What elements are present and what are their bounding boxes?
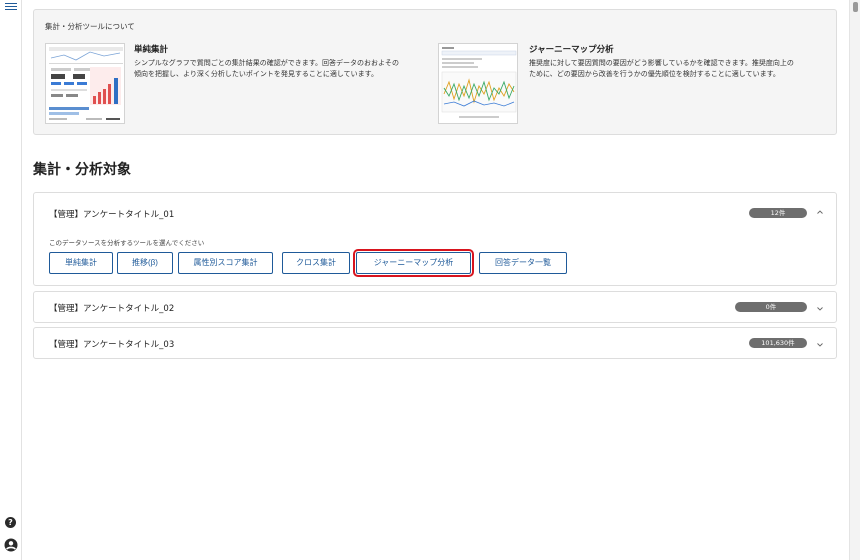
hamburger-icon[interactable] [5, 1, 17, 13]
simple-tabulation-thumbnail [45, 43, 125, 124]
tool-button-attribute-score[interactable]: 属性別スコア集計 [178, 252, 273, 274]
tool-desc-simple-line-2: 傾向を把握し、より深く分析したいポイントを発見することに適しています。 [134, 70, 378, 78]
response-count-badge: 0件 [735, 302, 807, 312]
survey-title[interactable]: 【管理】アンケートタイトル_01 [49, 208, 174, 220]
chevron-down-icon[interactable] [816, 341, 824, 349]
about-tools-panel: 集計・分析ツールについて 単純集計 シンプルなグラフで質問ごとの集計結果の確認が… [33, 9, 837, 135]
tool-button-cross[interactable]: クロス集計 [282, 252, 350, 274]
tool-title-simple: 単純集計 [134, 45, 169, 55]
tool-button-journey-map[interactable]: ジャーニーマップ分析 [353, 249, 474, 277]
survey-card-1: 【管理】アンケートタイトル_01 12件 このデータソースを分析するツールを選ん… [33, 192, 837, 286]
tool-button-simple[interactable]: 単純集計 [49, 252, 113, 274]
chevron-down-icon[interactable] [816, 305, 824, 313]
survey-card-2[interactable]: 【管理】アンケートタイトル_02 0件 [33, 291, 837, 323]
left-rail: ? [0, 0, 22, 560]
tool-button-response-list[interactable]: 回答データ一覧 [479, 252, 567, 274]
user-circle-icon[interactable] [4, 538, 18, 552]
tool-desc-simple-line-1: シンプルなグラフで質問ごとの集計結果の確認ができます。回答データのおおよその [134, 59, 400, 67]
tool-desc-journey-line-2: ために、どの要因から改善を行うかの優先順位を検討することに適しています。 [529, 70, 780, 78]
survey-title[interactable]: 【管理】アンケートタイトル_02 [49, 302, 174, 314]
journey-map-thumbnail [438, 43, 518, 124]
response-count-badge: 12件 [749, 208, 807, 218]
tool-button-trend[interactable]: 推移(β) [117, 252, 173, 274]
about-heading: 集計・分析ツールについて [45, 22, 135, 31]
vertical-scrollbar[interactable] [849, 0, 860, 560]
tool-desc-journey-line-1: 推奨度に対して要因質問の要因がどう影響しているかを確認できます。推奨度向上の [529, 59, 794, 67]
tool-desc-journey: 推奨度に対して要因質問の要因がどう影響しているかを確認できます。推奨度向上の た… [529, 58, 794, 80]
response-count-badge: 101,630件 [749, 338, 807, 348]
tool-title-journey: ジャーニーマップ分析 [529, 45, 614, 55]
survey-card-3[interactable]: 【管理】アンケートタイトル_03 101,630件 [33, 327, 837, 359]
question-circle-icon[interactable]: ? [5, 517, 16, 528]
survey-title[interactable]: 【管理】アンケートタイトル_03 [49, 338, 174, 350]
scrollbar-thumb[interactable] [853, 2, 858, 12]
tool-select-prompt: このデータソースを分析するツールを選んでください [49, 239, 205, 247]
chevron-up-icon[interactable] [816, 208, 824, 216]
section-title: 集計・分析対象 [33, 162, 131, 178]
tool-desc-simple: シンプルなグラフで質問ごとの集計結果の確認ができます。回答データのおおよその 傾… [134, 58, 399, 80]
